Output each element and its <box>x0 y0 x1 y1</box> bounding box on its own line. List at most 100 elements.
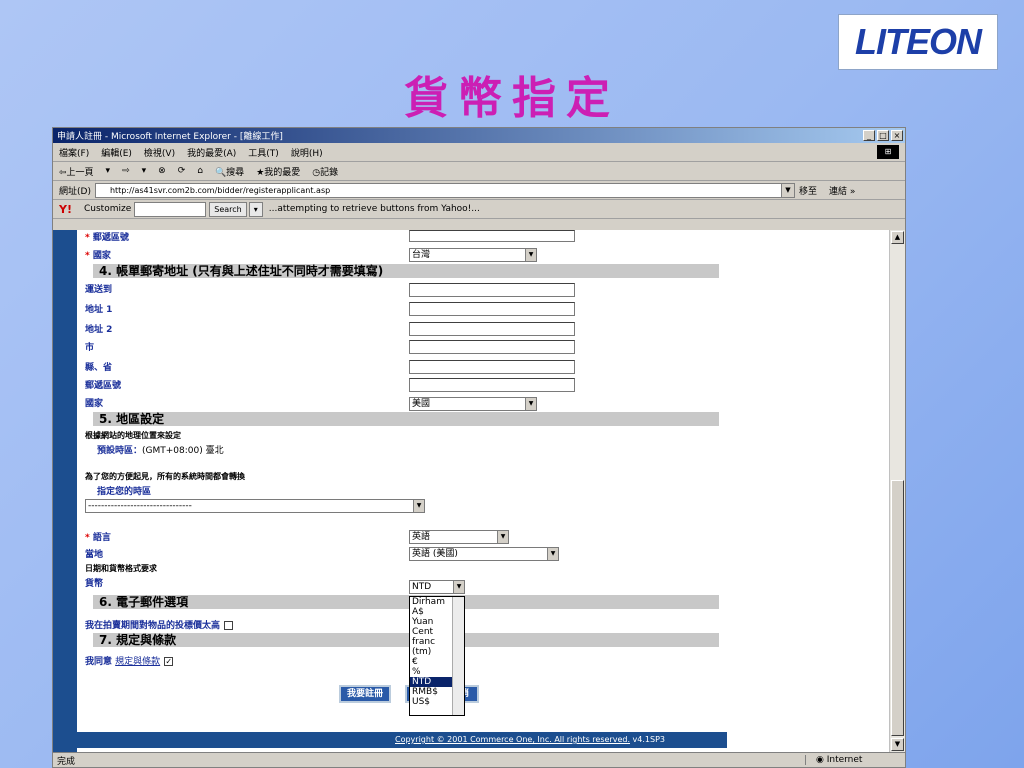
yahoo-search-dropdown-icon[interactable]: ▾ <box>248 201 263 217</box>
customize-button[interactable]: Customize <box>84 204 131 214</box>
country2-label: 國家 <box>85 399 104 409</box>
forward-dropdown-icon[interactable]: ▾ <box>142 166 147 176</box>
chevron-down-icon[interactable]: ▼ <box>413 500 424 512</box>
timezone-select[interactable]: -------------------------------- ▼ <box>85 499 425 513</box>
minimize-button[interactable]: _ <box>863 130 875 141</box>
address-input[interactable]: http://as41svr.com2b.com/bidder/register… <box>94 182 795 198</box>
currency-dropdown-list: Dirham A$ Yuan Cent franc (tm) € % NTD R… <box>409 596 465 716</box>
scroll-thumb[interactable] <box>891 480 904 736</box>
close-button[interactable]: × <box>891 130 903 141</box>
address-dropdown-icon[interactable]: ▼ <box>780 183 794 197</box>
section-6-header: 6. 電子郵件選項 <box>93 595 719 609</box>
chevron-down-icon[interactable]: ▼ <box>525 398 536 410</box>
address1-label: 地址 1 <box>85 305 113 315</box>
search-button[interactable]: 🔍搜尋 <box>215 165 244 178</box>
window-title: 申請人註冊 - Microsoft Internet Explorer - [離… <box>57 132 283 142</box>
city-label: 市 <box>85 343 95 353</box>
back-dropdown-icon[interactable]: ▾ <box>106 166 111 176</box>
address2-input[interactable] <box>409 322 575 336</box>
yahoo-status: ...attempting to retrieve buttons from Y… <box>268 204 480 214</box>
state-input[interactable] <box>409 360 575 374</box>
stop-icon[interactable]: ⊗ <box>158 166 166 176</box>
ship-to-input[interactable] <box>409 283 575 297</box>
currency-select[interactable]: NTD ▼ <box>409 580 465 594</box>
address-label: 網址(D) <box>59 186 91 197</box>
chevron-down-icon[interactable]: ▼ <box>497 531 508 543</box>
links-button[interactable]: 連結 » <box>829 184 855 197</box>
postal-input[interactable] <box>409 378 575 392</box>
status-text: 完成 <box>57 756 76 767</box>
default-timezone: 預設時區：(GMT+08:00) 臺北 <box>97 446 224 456</box>
country-label: * 國家 <box>85 251 111 261</box>
section-5-header: 5. 地區設定 <box>93 412 719 426</box>
format-note: 日期和貨幣格式要求 <box>85 564 157 573</box>
menu-help[interactable]: 說明(H) <box>291 146 323 159</box>
email-option: 我在拍賣期間對物品的投標價太高 <box>85 618 234 631</box>
address-bar: 網址(D) http://as41svr.com2b.com/bidder/re… <box>53 181 905 200</box>
yahoo-search-button[interactable]: Search <box>209 201 247 217</box>
terms-link[interactable]: 規定與條款 <box>115 657 160 667</box>
section-4-header: 4. 帳單郵寄地址 (只有與上述住址不同時才需要填寫) <box>93 264 719 278</box>
toolbar: ⇦上一頁 ▾ ⇨ ▾ ⊗ ⟳ ⌂ 🔍搜尋 ★我的最愛 ◷記錄 <box>53 162 905 181</box>
menu-edit[interactable]: 編輯(E) <box>101 146 132 159</box>
section-7-header: 7. 規定與條款 <box>93 633 719 647</box>
address-value: http://as41svr.com2b.com/bidder/register… <box>109 185 331 195</box>
email-option-checkbox[interactable] <box>224 621 234 630</box>
language-select[interactable]: 英語 ▼ <box>409 530 509 544</box>
chevron-down-icon[interactable]: ▼ <box>453 581 464 593</box>
chevron-down-icon[interactable]: ▼ <box>525 249 536 261</box>
postal-label-partial: * 郵遞區號 <box>85 233 129 243</box>
scroll-up-icon[interactable]: ▲ <box>891 231 904 244</box>
slide-title: 貨幣指定 <box>404 73 620 124</box>
agree-row: 我同意 規定與條款 ✓ <box>85 657 174 667</box>
footer: Copyright © 2001 Commerce One, Inc. All … <box>77 732 727 748</box>
scroll-down-icon[interactable]: ▼ <box>891 738 904 751</box>
chevron-down-icon[interactable]: ▼ <box>547 548 558 560</box>
copyright-link[interactable]: Copyright © 2001 Commerce One, Inc. All … <box>395 735 630 744</box>
version-text: v4.1SP3 <box>632 735 665 744</box>
status-bar: 完成 ◉ Internet <box>53 752 905 767</box>
internet-zone: ◉ Internet <box>805 755 905 765</box>
go-button[interactable]: 移至 <box>799 184 817 197</box>
postal-label: 郵遞區號 <box>85 381 122 391</box>
liteon-logo: LITEON <box>838 14 998 70</box>
ship-to-label: 運送到 <box>85 285 113 295</box>
address1-input[interactable] <box>409 302 575 316</box>
menu-file[interactable]: 檔案(F) <box>59 146 89 159</box>
agree-checkbox[interactable]: ✓ <box>164 657 174 666</box>
left-stripe <box>53 230 77 752</box>
logo-text: LITEON <box>855 21 982 62</box>
menu-tools[interactable]: 工具(T) <box>248 146 279 159</box>
convert-note: 為了您的方便起見，所有的系統時間都會轉換 <box>85 472 245 481</box>
currency-label: 貨幣 <box>85 579 104 589</box>
favorites-button[interactable]: ★我的最愛 <box>256 165 300 178</box>
postal-input-partial[interactable] <box>409 230 575 242</box>
home-icon[interactable]: ⌂ <box>197 166 203 176</box>
forward-button[interactable]: ⇨ <box>122 166 130 176</box>
city-input[interactable] <box>409 340 575 354</box>
page-content: * 郵遞區號 * 國家 台灣 ▼ 4. 帳單郵寄地址 (只有與上述住址不同時才需要… <box>53 230 889 752</box>
address2-label: 地址 2 <box>85 325 113 335</box>
state-label: 縣、省 <box>85 363 113 373</box>
language-label: * 語言 <box>85 533 111 543</box>
yahoo-search-input[interactable] <box>134 201 207 217</box>
back-button[interactable]: ⇦上一頁 <box>59 165 94 178</box>
locale-label: 當地 <box>85 550 104 560</box>
page-scrollbar[interactable]: ▲ ▼ <box>889 230 905 752</box>
region-note: 根據網站的地理位置來設定 <box>85 431 181 440</box>
maximize-button[interactable]: □ <box>877 130 889 141</box>
yahoo-logo-icon[interactable]: Y! <box>59 203 72 216</box>
locale-select[interactable]: 英語 (美國) ▼ <box>409 547 559 561</box>
country2-select[interactable]: 美國 ▼ <box>409 397 537 411</box>
yahoo-toolbar: Y! Customize Search ▾ ...attempting to r… <box>53 200 905 219</box>
menu-view[interactable]: 檢視(V) <box>144 146 175 159</box>
refresh-icon[interactable]: ⟳ <box>178 166 186 176</box>
country-select[interactable]: 台灣 ▼ <box>409 248 537 262</box>
title-bar: 申請人註冊 - Microsoft Internet Explorer - [離… <box>53 128 905 143</box>
register-button[interactable]: 我要註冊 <box>339 685 392 703</box>
browser-window: 申請人註冊 - Microsoft Internet Explorer - [離… <box>52 127 906 768</box>
history-button[interactable]: ◷記錄 <box>312 165 338 178</box>
windows-logo-icon: ⊞ <box>877 145 899 159</box>
menu-favorites[interactable]: 我的最愛(A) <box>187 146 236 159</box>
dropdown-scrollbar[interactable] <box>452 597 464 715</box>
